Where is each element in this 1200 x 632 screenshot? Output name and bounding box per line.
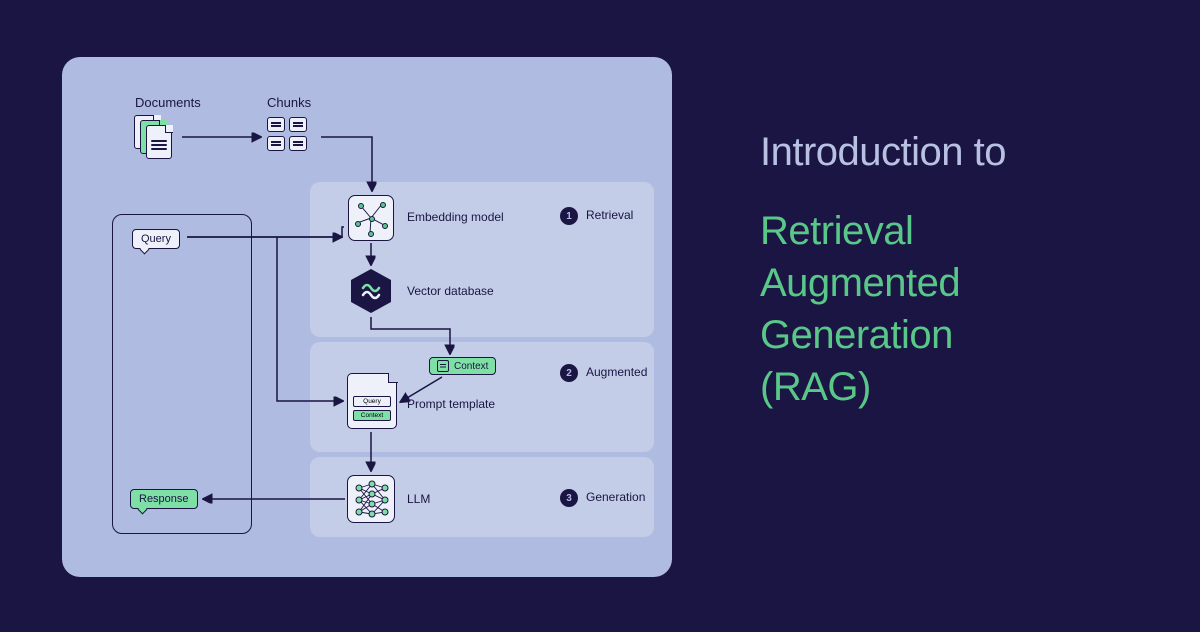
stage-2-badge: 2 — [560, 364, 578, 382]
diagram-panel: 1 Retrieval 2 Augmented 3 Generation Doc… — [62, 57, 672, 577]
title-line-2: RetrievalAugmentedGeneration(RAG) — [760, 205, 1006, 413]
query-pill: Query — [132, 229, 180, 249]
prompt-inner-context: Context — [353, 410, 391, 421]
title-line-1: Introduction to — [760, 130, 1006, 175]
stage-2-label: Augmented — [586, 365, 647, 379]
stage-3-badge: 3 — [560, 489, 578, 507]
prompt-label: Prompt template — [407, 397, 495, 411]
context-icon — [437, 360, 449, 372]
stage-1-label: Retrieval — [586, 208, 633, 222]
context-text: Context — [454, 361, 488, 372]
embedding-model-node — [348, 195, 394, 241]
llm-node — [347, 475, 395, 523]
embedding-label: Embedding model — [407, 210, 504, 224]
neural-net-icon — [348, 476, 396, 524]
response-text: Response — [139, 493, 189, 505]
vectordb-label: Vector database — [407, 284, 494, 298]
context-pill: Context — [429, 357, 496, 375]
hexagon-icon — [347, 267, 395, 315]
stage-3-label: Generation — [586, 490, 645, 504]
documents-label: Documents — [135, 95, 201, 110]
prompt-template-node: Query Context — [347, 373, 397, 429]
chunks-label: Chunks — [267, 95, 311, 110]
network-icon — [349, 196, 393, 240]
query-text: Query — [141, 233, 171, 245]
chat-enclosure — [112, 214, 252, 534]
llm-label: LLM — [407, 492, 430, 506]
stage-1-badge: 1 — [560, 207, 578, 225]
title-block: Introduction to RetrievalAugmentedGenera… — [760, 130, 1006, 413]
prompt-inner-query: Query — [353, 396, 391, 407]
response-pill: Response — [130, 489, 198, 509]
vector-database-node — [347, 267, 395, 315]
